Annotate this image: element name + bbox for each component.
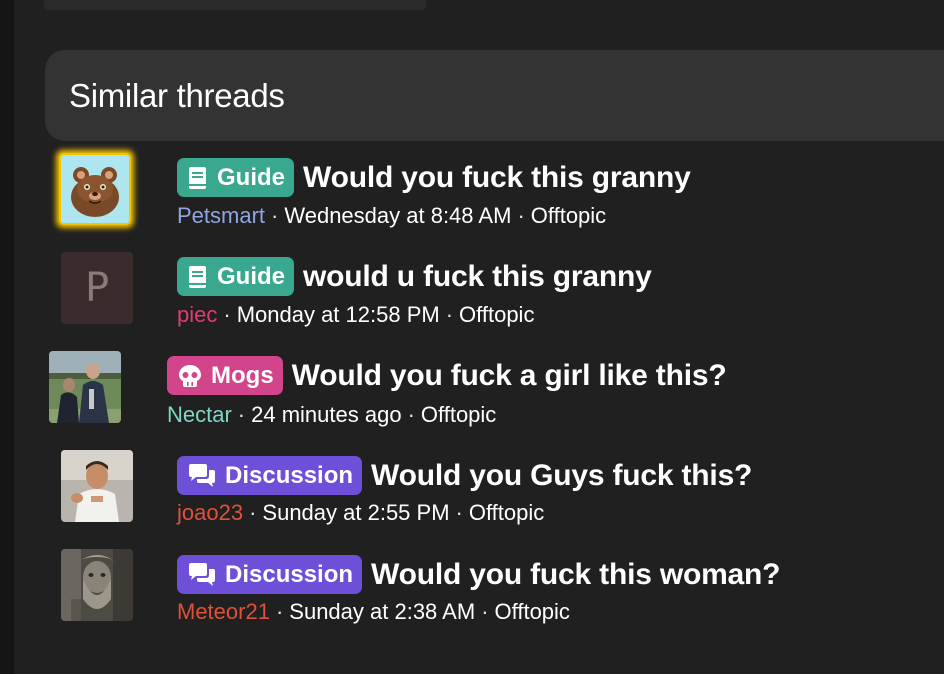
prefix-label: Guide	[217, 262, 286, 290]
forum-link[interactable]: Offtopic	[459, 302, 534, 327]
username-link[interactable]: piec	[177, 302, 217, 327]
avatar[interactable]	[59, 153, 131, 225]
thread-row[interactable]: Guide Would you fuck this granny Petsmar…	[0, 150, 944, 240]
prefix-label: Discussion	[225, 560, 354, 588]
prefix-label: Guide	[217, 163, 286, 191]
thread-time[interactable]: Monday at 12:58 PM	[237, 302, 440, 327]
book-icon	[187, 166, 209, 190]
thread-row[interactable]: P Guide would u fuck this granny piec · Mo…	[0, 250, 944, 340]
thread-time[interactable]: 24 minutes ago	[251, 402, 401, 427]
thread-title-link[interactable]: would u fuck this granny	[303, 260, 652, 294]
thread-row[interactable]: Discussion Would you Guys fuck this? joa…	[0, 449, 944, 539]
username-link[interactable]: Nectar	[167, 402, 232, 427]
avatar-letter: P	[84, 265, 110, 311]
thread-row[interactable]: Mogs Would you fuck a girl like this? Ne…	[0, 349, 944, 439]
forum-link[interactable]: Offtopic	[495, 599, 570, 624]
prefix-guide-badge[interactable]: Guide	[177, 257, 295, 296]
avatar[interactable]	[61, 450, 133, 522]
thread-title-link[interactable]: Would you Guys fuck this?	[371, 459, 752, 493]
similar-threads-header: Similar threads	[45, 50, 944, 141]
username-link[interactable]: Petsmart	[177, 203, 265, 228]
book-icon	[187, 265, 209, 289]
thread-time[interactable]: Wednesday at 8:48 AM	[284, 203, 511, 228]
forum-link[interactable]: Offtopic	[469, 500, 544, 525]
avatar[interactable]	[61, 549, 133, 621]
username-link[interactable]: joao23	[177, 500, 243, 525]
prefix-label: Mogs	[211, 361, 274, 389]
chat-bubbles-icon	[187, 562, 217, 588]
forum-link[interactable]: Offtopic	[421, 402, 496, 427]
prefix-discussion-badge[interactable]: Discussion	[177, 555, 363, 594]
avatar[interactable]	[49, 351, 121, 423]
thread-row[interactable]: Discussion Would you fuck this woman? Me…	[0, 548, 944, 638]
thread-title-link[interactable]: Would you fuck a girl like this?	[292, 359, 727, 393]
prefix-mogs-badge[interactable]: Mogs	[167, 356, 283, 395]
previous-block-edge	[44, 0, 426, 10]
skull-icon	[177, 363, 203, 389]
username-link[interactable]: Meteor21	[177, 599, 270, 624]
section-title: Similar threads	[69, 76, 285, 114]
prefix-guide-badge[interactable]: Guide	[177, 158, 295, 197]
chat-bubbles-icon	[187, 463, 217, 489]
thread-title-link[interactable]: Would you fuck this woman?	[371, 558, 780, 592]
prefix-discussion-badge[interactable]: Discussion	[177, 456, 363, 495]
thread-time[interactable]: Sunday at 2:38 AM	[289, 599, 475, 624]
forum-link[interactable]: Offtopic	[531, 203, 606, 228]
thread-time[interactable]: Sunday at 2:55 PM	[262, 500, 449, 525]
thread-title-link[interactable]: Would you fuck this granny	[303, 161, 691, 195]
avatar[interactable]: P	[61, 252, 133, 324]
prefix-label: Discussion	[225, 461, 354, 489]
